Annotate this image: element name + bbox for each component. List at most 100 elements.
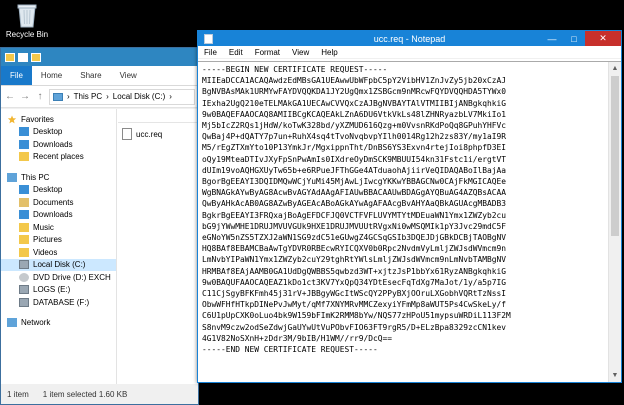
nav-label: Desktop <box>33 127 63 137</box>
breadcrumb-local-disk[interactable]: Local Disk (C:) <box>113 92 165 101</box>
breadcrumb-sep-icon: › <box>67 92 70 101</box>
drive-icon <box>19 297 29 307</box>
nav-fav-recent-places[interactable]: Recent places <box>1 151 116 164</box>
dvd-drive-icon <box>19 272 29 282</box>
status-bar: 1 item 1 item selected 1.60 KB <box>1 384 198 404</box>
nav-pc-database[interactable]: DATABASE (F:) <box>1 296 116 309</box>
nav-label: Music <box>33 222 54 232</box>
notepad-title-bar[interactable]: ucc.req - Notepad — □ ✕ <box>198 31 621 46</box>
menu-bar: File Edit Format View Help <box>198 46 621 59</box>
explorer-title-bar[interactable] <box>1 48 198 66</box>
breadcrumb-this-pc[interactable]: This PC <box>74 92 102 101</box>
desktop-icon <box>19 185 29 195</box>
music-icon <box>19 222 29 232</box>
breadcrumb-sep-icon: › <box>106 92 109 101</box>
documents-icon <box>19 197 29 207</box>
nav-label: Pictures <box>33 235 62 245</box>
tab-home[interactable]: Home <box>32 66 71 85</box>
maximize-button[interactable]: □ <box>563 31 585 46</box>
computer-icon <box>7 172 17 182</box>
nav-pc-dvd-drive[interactable]: DVD Drive (D:) EXCH <box>1 271 116 284</box>
file-item[interactable]: ucc.req <box>118 123 198 145</box>
downloads-icon <box>19 139 29 149</box>
nav-label: Downloads <box>33 139 73 149</box>
explorer-ribbon: File Home Share View <box>1 66 198 86</box>
certificate-request-text[interactable]: -----BEGIN NEW CERTIFICATE REQUEST----- … <box>198 62 621 357</box>
computer-icon <box>53 92 63 101</box>
nav-pc-documents[interactable]: Documents <box>1 196 116 209</box>
file-icon <box>122 128 132 140</box>
tab-file[interactable]: File <box>1 66 32 85</box>
menu-view[interactable]: View <box>286 48 315 57</box>
nav-pc-videos[interactable]: Videos <box>1 246 116 259</box>
nav-label: Downloads <box>33 210 73 220</box>
menu-edit[interactable]: Edit <box>223 48 249 57</box>
nav-this-pc[interactable]: This PC <box>1 171 116 184</box>
menu-help[interactable]: Help <box>315 48 343 57</box>
nav-label: This PC <box>21 172 50 182</box>
desktop-icon <box>19 127 29 137</box>
network-icon <box>7 318 17 328</box>
nav-label: Favorites <box>21 114 54 124</box>
nav-label: Desktop <box>33 185 63 195</box>
nav-pc-music[interactable]: Music <box>1 221 116 234</box>
nav-fav-downloads[interactable]: Downloads <box>1 138 116 151</box>
up-arrow-icon[interactable]: ↑ <box>34 91 46 103</box>
address-bar-row: ← → ↑ › This PC › Local Disk (C:) › <box>1 86 198 108</box>
window-controls: — □ ✕ <box>541 31 621 46</box>
pictures-icon <box>19 235 29 245</box>
menu-format[interactable]: Format <box>249 48 286 57</box>
tab-view[interactable]: View <box>111 66 146 85</box>
nav-fav-desktop[interactable]: Desktop <box>1 126 116 139</box>
nav-pc-pictures[interactable]: Pictures <box>1 234 116 247</box>
nav-pc-local-disk[interactable]: Local Disk (C:) <box>1 258 116 271</box>
scroll-down-icon[interactable]: ▼ <box>609 369 621 382</box>
navigation-pane: Favorites Desktop Downloads Recent place… <box>1 109 117 384</box>
drive-icon <box>19 285 29 295</box>
scrollbar-thumb[interactable] <box>611 76 619 236</box>
recycle-bin[interactable]: Recycle Bin <box>2 2 52 46</box>
new-folder-icon[interactable] <box>31 52 41 62</box>
nav-label: Recent places <box>33 152 84 162</box>
nav-label: Documents <box>33 197 74 207</box>
nav-pc-downloads[interactable]: Downloads <box>1 209 116 222</box>
properties-icon[interactable] <box>18 52 28 62</box>
nav-pc-logs[interactable]: LOGS (E:) <box>1 284 116 297</box>
vertical-scrollbar[interactable]: ▲ ▼ <box>608 62 621 382</box>
file-list-pane: ucc.req <box>118 109 198 384</box>
nav-label: Videos <box>33 247 58 257</box>
file-name: ucc.req <box>136 129 163 139</box>
drive-icon <box>19 260 29 270</box>
nav-pc-desktop[interactable]: Desktop <box>1 184 116 197</box>
nav-label: LOGS (E:) <box>33 285 71 295</box>
breadcrumb-sep-icon: › <box>169 92 172 101</box>
minimize-button[interactable]: — <box>541 31 563 46</box>
notepad-window: ucc.req - Notepad — □ ✕ File Edit Format… <box>197 30 622 383</box>
file-explorer-window: File Home Share View ← → ↑ › This PC › L… <box>0 47 199 405</box>
tab-share[interactable]: Share <box>71 66 110 85</box>
window-title: ucc.req - Notepad <box>373 33 446 44</box>
text-editor-area[interactable]: -----BEGIN NEW CERTIFICATE REQUEST----- … <box>198 61 621 382</box>
recycle-bin-label: Recycle Bin <box>5 30 49 39</box>
column-header <box>118 109 198 123</box>
close-button[interactable]: ✕ <box>585 31 621 46</box>
address-bar[interactable]: › This PC › Local Disk (C:) › <box>49 88 195 105</box>
forward-arrow-icon[interactable]: → <box>19 91 31 103</box>
nav-label: Network <box>21 318 51 328</box>
menu-file[interactable]: File <box>198 48 223 57</box>
notepad-icon <box>204 34 213 44</box>
folder-icon <box>5 52 15 62</box>
explorer-body: Favorites Desktop Downloads Recent place… <box>1 109 198 384</box>
nav-label: DVD Drive (D:) EXCH <box>33 272 111 282</box>
nav-network[interactable]: Network <box>1 317 116 330</box>
videos-icon <box>19 247 29 257</box>
status-item-count: 1 item <box>7 389 29 399</box>
nav-label: DATABASE (F:) <box>33 297 90 307</box>
scroll-up-icon[interactable]: ▲ <box>609 62 621 75</box>
nav-label: Local Disk (C:) <box>33 260 86 270</box>
nav-favorites[interactable]: Favorites <box>1 113 116 126</box>
recycle-bin-icon <box>16 2 38 28</box>
downloads-icon <box>19 210 29 220</box>
status-selection: 1 item selected 1.60 KB <box>42 389 128 399</box>
back-arrow-icon[interactable]: ← <box>4 91 16 103</box>
